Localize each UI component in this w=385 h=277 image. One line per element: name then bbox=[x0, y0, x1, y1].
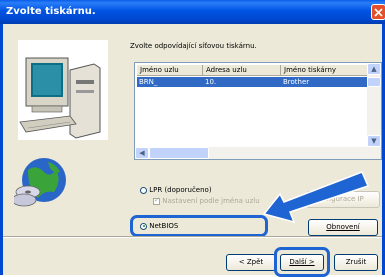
horizontal-scrollbar[interactable]: ◀ bbox=[135, 147, 367, 159]
cell-printer-name: Brother bbox=[283, 78, 310, 86]
scroll-thumb[interactable] bbox=[367, 77, 381, 87]
lpr-radio[interactable] bbox=[140, 186, 147, 194]
cell-node-address: 10. bbox=[205, 78, 217, 86]
instruction-text: Zvolte odpovídající síťovou tiskárnu. bbox=[130, 42, 257, 50]
name-setting-option[interactable]: Nastavení podle jména uzlu bbox=[153, 196, 260, 205]
column-header-printer-name[interactable]: Jméno tiskárny bbox=[281, 65, 369, 76]
cell-node-name: BRN_ bbox=[139, 78, 158, 86]
scroll-left-button[interactable]: ◀ bbox=[135, 147, 149, 159]
printer-list[interactable]: Jméno uzlu Adresa uzlu Jméno tiskárny BR… bbox=[134, 62, 382, 160]
column-header-node-name[interactable]: Jméno uzlu bbox=[137, 65, 203, 76]
netbios-option[interactable]: NetBIOS bbox=[140, 222, 178, 230]
vertical-scrollbar[interactable]: ▲ ▼ bbox=[367, 63, 381, 159]
cancel-button[interactable]: Zrušit bbox=[334, 254, 378, 271]
name-setting-label: Nastavení podle jména uzlu bbox=[162, 197, 260, 205]
name-setting-checkbox[interactable] bbox=[153, 196, 160, 205]
scroll-down-button[interactable]: ▼ bbox=[367, 135, 381, 147]
dialog-window: Zvolte tiskárnu. Zvolte odpovídající síť… bbox=[0, 0, 385, 277]
column-header-node-address[interactable]: Adresa uzlu bbox=[203, 65, 281, 76]
horizontal-scroll-thumb[interactable] bbox=[149, 147, 209, 159]
list-item[interactable]: BRN_ 10. Brother bbox=[137, 77, 369, 87]
title-bar: Zvolte tiskárnu. bbox=[0, 0, 385, 24]
lpr-option[interactable]: LPR (doporučeno) bbox=[140, 186, 212, 194]
close-icon bbox=[374, 8, 383, 17]
netbios-radio[interactable] bbox=[140, 222, 147, 230]
next-button[interactable]: Další > bbox=[280, 254, 324, 271]
window-title: Zvolte tiskárnu. bbox=[6, 6, 96, 17]
list-header: Jméno uzlu Adresa uzlu Jméno tiskárny bbox=[137, 65, 369, 76]
close-button[interactable] bbox=[371, 4, 385, 20]
lpr-label: LPR (doporučeno) bbox=[149, 186, 212, 194]
scroll-up-button[interactable]: ▲ bbox=[367, 63, 381, 75]
next-label: Další > bbox=[289, 258, 315, 266]
computer-globe-clipart bbox=[14, 40, 108, 207]
back-button[interactable]: < Zpět bbox=[226, 254, 276, 271]
separator bbox=[3, 236, 382, 238]
arrow-annotation bbox=[262, 171, 370, 224]
netbios-label: NetBIOS bbox=[149, 222, 179, 230]
